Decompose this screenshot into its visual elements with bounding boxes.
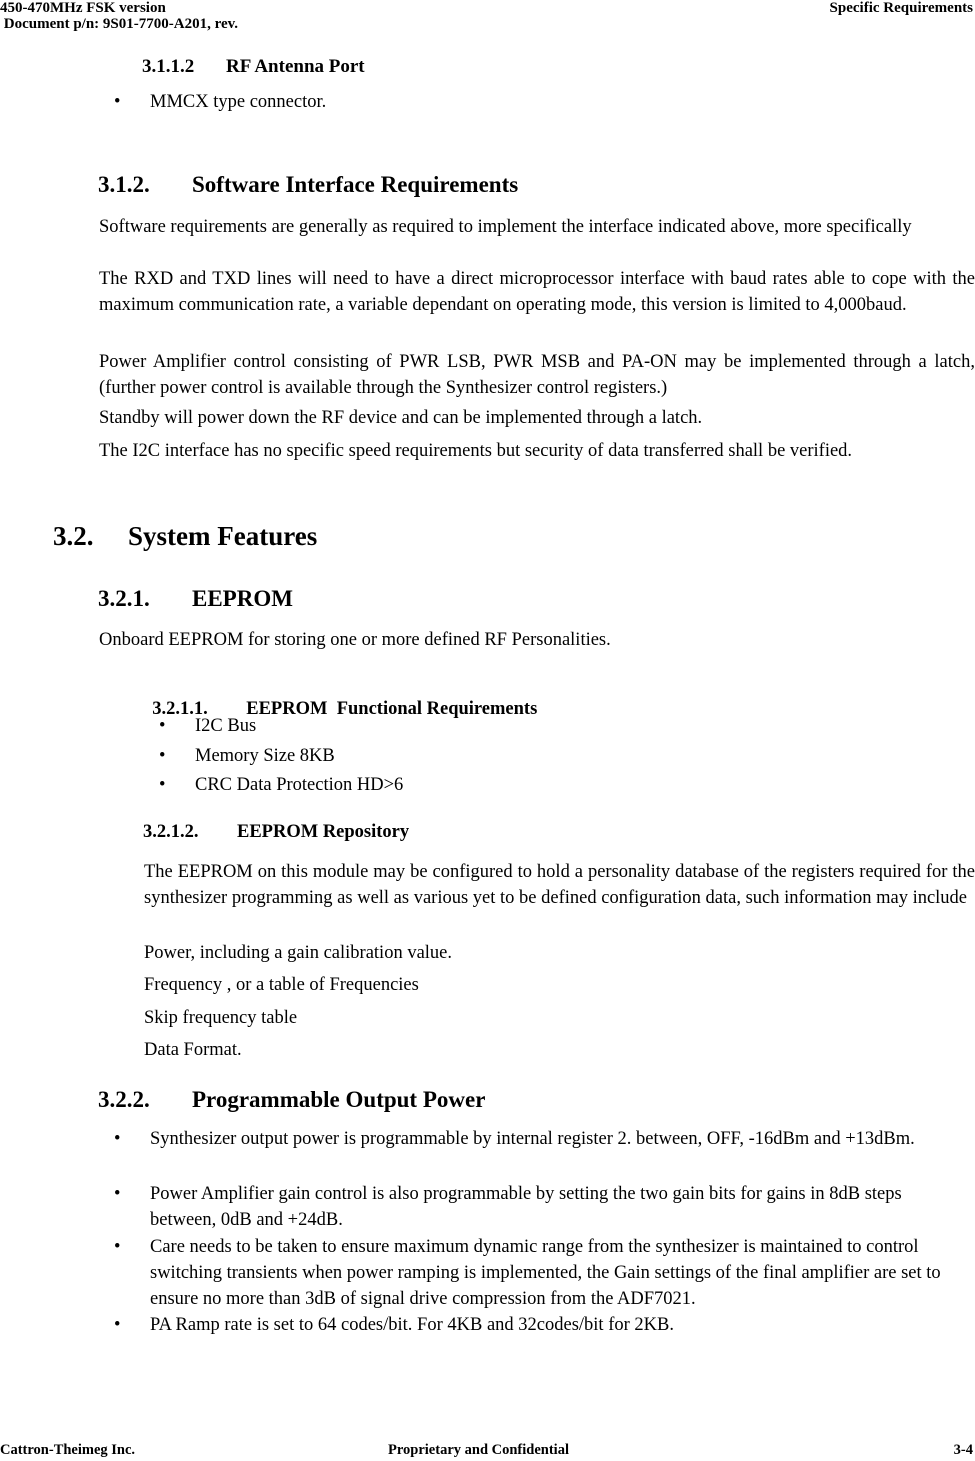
list-item: • Care needs to be taken to ensure maxim… <box>114 1234 975 1312</box>
paragraph: Power Amplifier control consisting of PW… <box>99 352 975 398</box>
bullet-icon: • <box>159 746 166 766</box>
list-item-text: MMCX type connector. <box>150 92 327 112</box>
section-number: 3.1.2. <box>98 172 150 197</box>
bullet-icon: • <box>114 92 121 112</box>
section-title: EEPROM <box>192 586 293 611</box>
paragraph: Onboard EEPROM for storing one or more d… <box>99 630 611 650</box>
section-number: 3.1.1.2 <box>142 56 195 77</box>
paragraph: Standby will power down the RF device an… <box>99 408 703 428</box>
footer-page-number: 3-4 <box>953 1442 973 1458</box>
section-number: 3.2.2. <box>98 1087 150 1112</box>
bullet-icon: • <box>114 1129 121 1149</box>
header-doc-version: 450-470MHz FSK version <box>0 0 166 16</box>
list-item-text: I2C Bus <box>195 716 257 736</box>
section-title: System Features <box>128 521 318 551</box>
list-item-text: CRC Data Protection HD>6 <box>195 775 404 795</box>
list-item-text: Power Amplifier gain control is also pro… <box>150 1184 902 1230</box>
paragraph: Software requirements are generally as r… <box>99 217 912 237</box>
list-item: • MMCX type connector. <box>114 89 914 115</box>
bullet-icon: • <box>114 1184 121 1204</box>
heading-3-2-1: 3.2.1. EEPROM <box>98 586 293 612</box>
paragraph: Data Format. <box>144 1040 242 1060</box>
list-item-text: Care needs to be taken to ensure maximum… <box>150 1237 941 1309</box>
heading-3-1-1-2: 3.1.1.2 RF Antenna Port <box>142 56 365 78</box>
list-item: • CRC Data Protection HD>6 <box>159 772 859 798</box>
paragraph: The EEPROM on this module may be configu… <box>144 862 975 908</box>
heading-3-2-1-2: 3.2.1.2. EEPROM Repository <box>143 822 409 843</box>
section-number: 3.2.1.2. <box>143 822 199 842</box>
list-item: • PA Ramp rate is set to 64 codes/bit. F… <box>114 1312 975 1338</box>
list-item-text: Memory Size 8KB <box>195 746 335 766</box>
list-item: • Power Amplifier gain control is also p… <box>114 1181 975 1233</box>
list-item: • Synthesizer output power is programmab… <box>114 1126 975 1178</box>
paragraph: The I2C interface has no specific speed … <box>99 441 853 461</box>
bullet-icon: • <box>114 1315 121 1335</box>
footer-company: Cattron-Theimeg Inc. <box>0 1442 136 1458</box>
paragraph: Power, including a gain calibration valu… <box>144 943 453 963</box>
list-item: • Memory Size 8KB <box>159 743 859 769</box>
bullet-icon: • <box>114 1237 121 1257</box>
footer-confidentiality: Proprietary and Confidential <box>388 1442 569 1458</box>
list-item: • I2C Bus <box>159 713 859 739</box>
section-number: 3.2.1. <box>98 586 150 611</box>
section-title: RF Antenna Port <box>226 56 365 77</box>
paragraph: Frequency , or a table of Frequencies <box>144 975 419 995</box>
heading-3-2: 3.2. System Features <box>53 521 317 552</box>
list-item-text: Synthesizer output power is programmable… <box>150 1129 915 1149</box>
section-title: Software Interface Requirements <box>192 172 519 197</box>
list-item-text: PA Ramp rate is set to 64 codes/bit. For… <box>150 1315 674 1335</box>
section-title: Programmable Output Power <box>192 1087 486 1112</box>
heading-3-1-2: 3.1.2. Software Interface Requirements <box>98 172 518 198</box>
header-doc-number: Document p/n: 9S01-7700-A201, rev. <box>0 16 239 32</box>
header-chapter-title: Specific Requirements <box>829 0 973 16</box>
bullet-icon: • <box>159 775 166 795</box>
bullet-icon: • <box>159 716 166 736</box>
section-number: 3.2. <box>53 521 94 551</box>
section-title: EEPROM Repository <box>237 822 410 842</box>
paragraph: The RXD and TXD lines will need to have … <box>99 269 975 315</box>
heading-3-2-2: 3.2.2. Programmable Output Power <box>98 1087 485 1113</box>
paragraph: Skip frequency table <box>144 1008 298 1028</box>
